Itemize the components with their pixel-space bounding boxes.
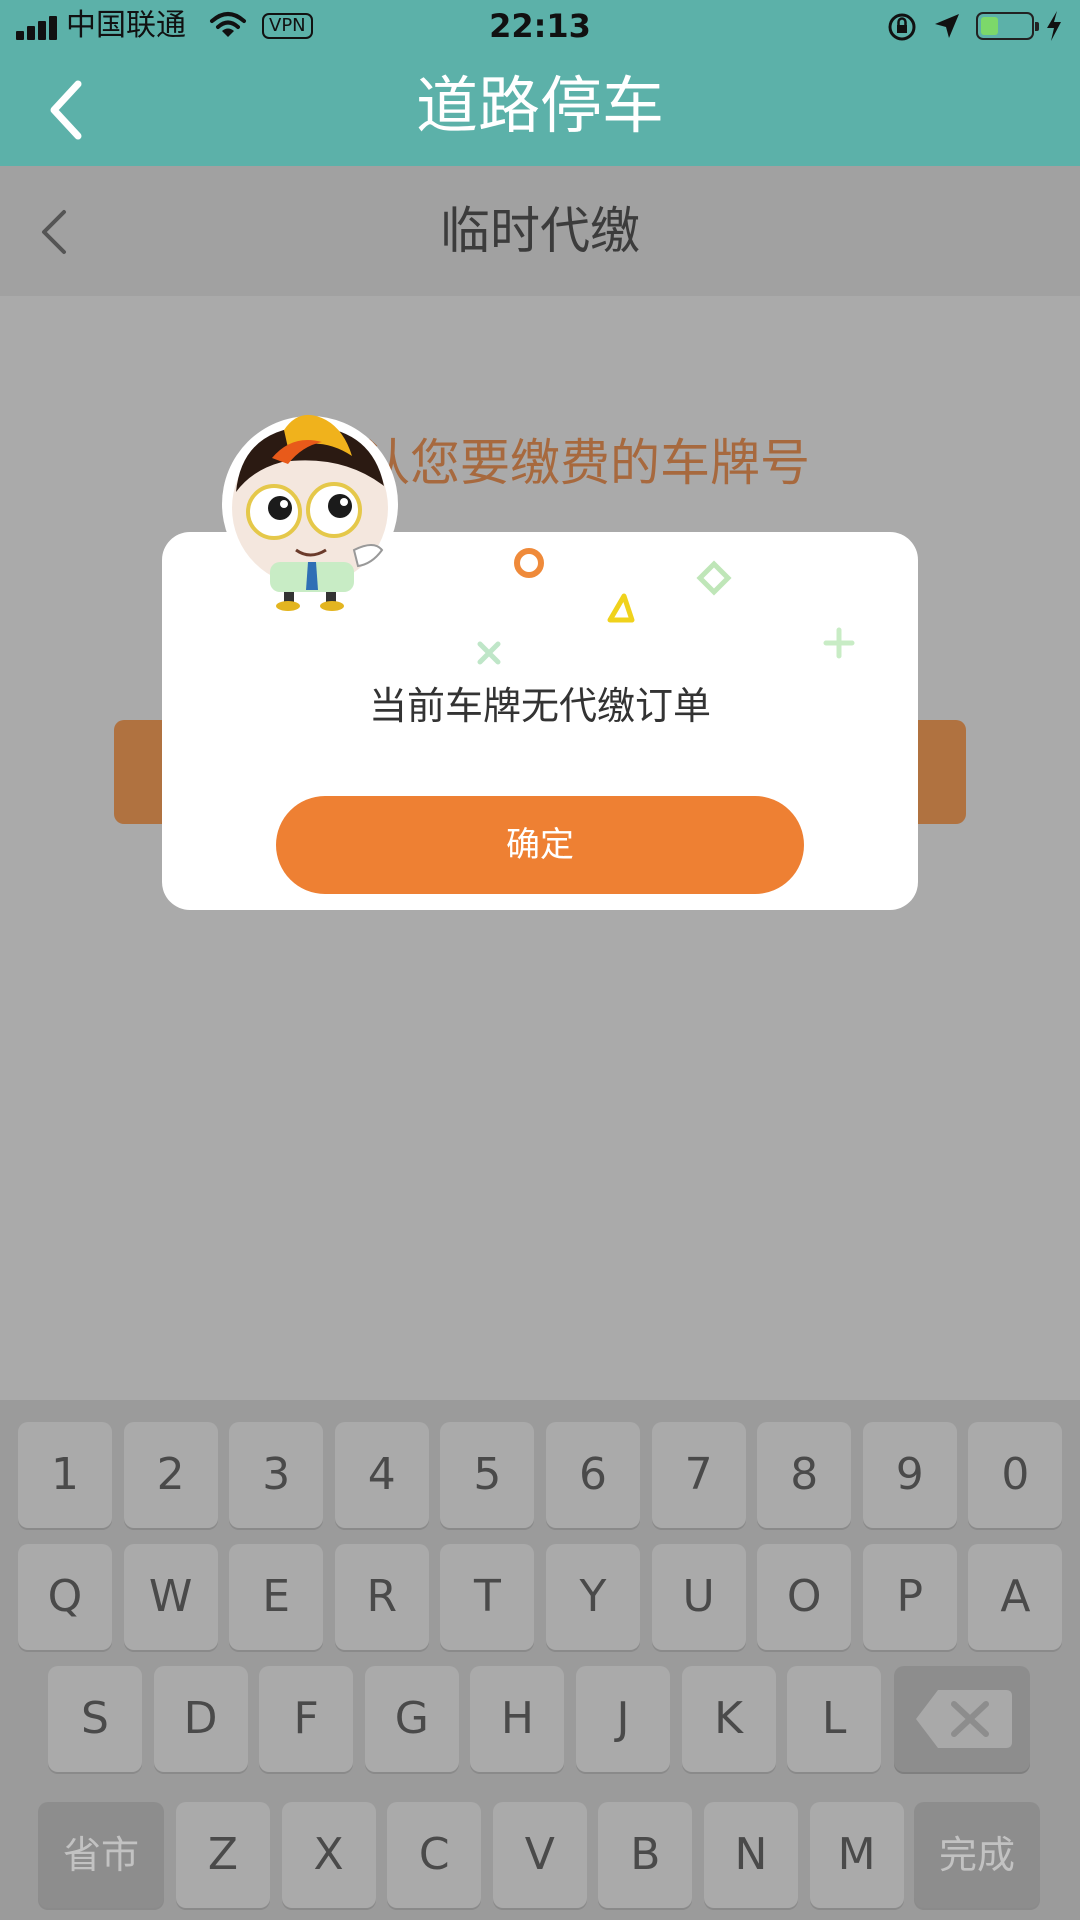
app-header: 道路停车 (0, 52, 1080, 166)
key-w[interactable]: W (123, 1544, 218, 1650)
key-n[interactable]: N (704, 1802, 798, 1908)
plus-decoration-icon (823, 627, 855, 659)
clock: 22:13 (489, 7, 591, 45)
key-e[interactable]: E (229, 1544, 324, 1650)
circle-decoration-icon (514, 548, 544, 578)
key-d[interactable]: D (153, 1666, 248, 1772)
key-3[interactable]: 3 (229, 1422, 324, 1528)
province-key[interactable]: 省市 (38, 1802, 164, 1908)
done-key[interactable]: 完成 (914, 1802, 1040, 1908)
key-7[interactable]: 7 (651, 1422, 746, 1528)
rotation-lock-icon (888, 13, 916, 41)
mascot-illustration (222, 414, 398, 611)
status-bar: 中国联通 VPN 22:13 (0, 0, 1080, 52)
key-m[interactable]: M (809, 1802, 904, 1908)
key-8[interactable]: 8 (757, 1422, 852, 1528)
location-arrow-icon (935, 14, 959, 38)
charging-bolt-icon (1047, 11, 1061, 41)
plate-prompt: 认您要缴费的车牌号 (360, 434, 810, 492)
app-title: 道路停车 (415, 69, 664, 142)
diamond-decoration-icon (696, 560, 732, 596)
key-a[interactable]: A (968, 1544, 1063, 1650)
key-b[interactable]: B (598, 1802, 693, 1908)
key-f[interactable]: F (259, 1666, 354, 1772)
key-1[interactable]: 1 (18, 1422, 112, 1528)
key-x[interactable]: X (281, 1802, 376, 1908)
key-y[interactable]: Y (546, 1544, 640, 1650)
plate-keyboard: 1234567890 QWERTYUOPA SDFGHJKL 省市 ZXCVBN… (0, 1400, 1080, 1920)
key-v[interactable]: V (492, 1802, 587, 1908)
backspace-icon (916, 1690, 1012, 1748)
key-s[interactable]: S (48, 1666, 142, 1772)
key-j[interactable]: J (576, 1666, 670, 1772)
delete-key[interactable] (894, 1666, 1030, 1772)
key-o[interactable]: O (757, 1544, 852, 1650)
page-title: 临时代缴 (440, 202, 640, 260)
page-header: 临时代缴 (0, 166, 1080, 296)
key-q[interactable]: Q (18, 1544, 112, 1650)
key-g[interactable]: G (364, 1666, 459, 1772)
key-t[interactable]: T (440, 1544, 535, 1650)
key-4[interactable]: 4 (334, 1422, 429, 1528)
key-z[interactable]: Z (176, 1802, 270, 1908)
key-p[interactable]: P (862, 1544, 957, 1650)
key-6[interactable]: 6 (546, 1422, 640, 1528)
key-2[interactable]: 2 (123, 1422, 218, 1528)
key-9[interactable]: 9 (862, 1422, 957, 1528)
key-5[interactable]: 5 (440, 1422, 535, 1528)
key-u[interactable]: U (651, 1544, 746, 1650)
key-0[interactable]: 0 (968, 1422, 1063, 1528)
dialog-message: 当前车牌无代缴订单 (368, 684, 711, 728)
triangle-decoration-icon (607, 593, 635, 623)
confirm-button[interactable]: 确定 (276, 796, 804, 894)
key-r[interactable]: R (334, 1544, 429, 1650)
cross-decoration-icon (477, 641, 501, 665)
key-h[interactable]: H (470, 1666, 565, 1772)
key-k[interactable]: K (681, 1666, 776, 1772)
key-c[interactable]: C (387, 1802, 482, 1908)
battery-icon (976, 12, 1039, 40)
key-l[interactable]: L (787, 1666, 882, 1772)
